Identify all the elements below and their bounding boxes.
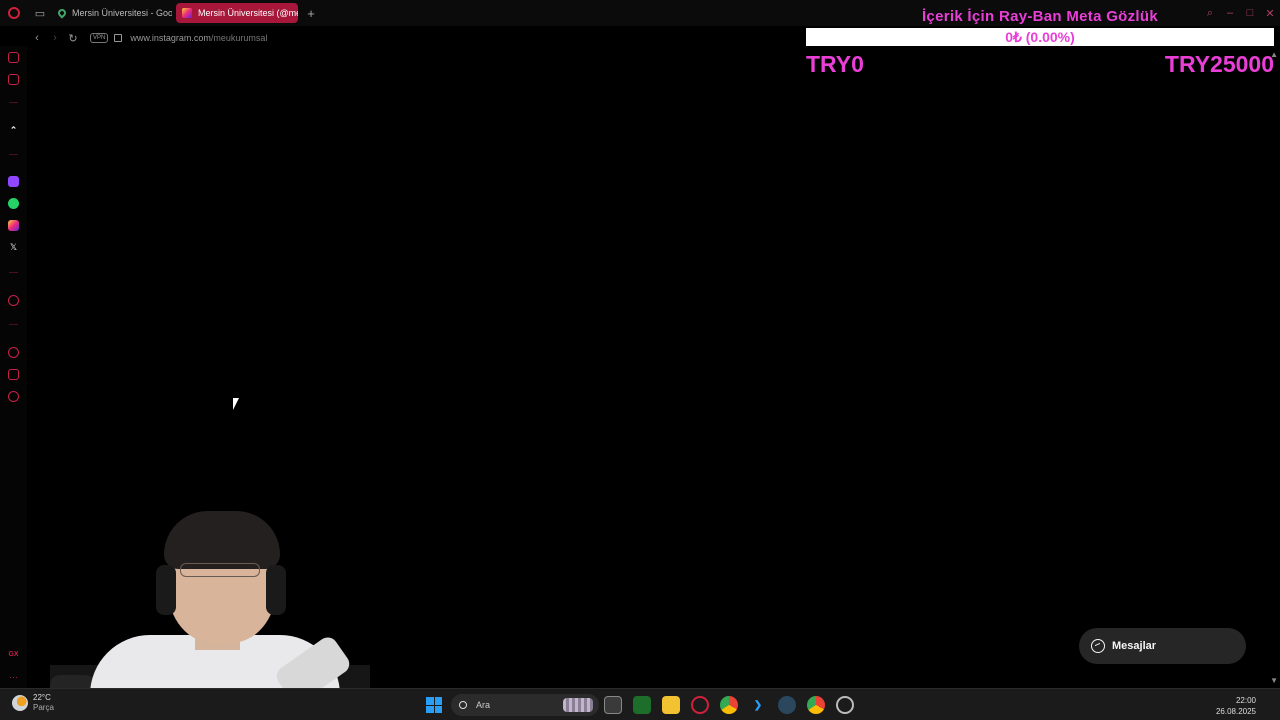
whatsapp-icon[interactable] bbox=[8, 198, 19, 209]
scroll-up-icon[interactable]: ▲ bbox=[1270, 50, 1278, 59]
chrome-icon[interactable] bbox=[807, 696, 825, 714]
donation-max-label: TRY25000 bbox=[1164, 51, 1274, 77]
weather-temp: 22°C bbox=[33, 693, 51, 702]
nvidia-icon[interactable] bbox=[633, 696, 651, 714]
donation-progress-bar: 0₺ (0.00%) bbox=[806, 28, 1274, 46]
settings-icon[interactable] bbox=[836, 696, 854, 714]
partly-cloudy-icon bbox=[12, 695, 28, 711]
weather-widget[interactable]: 22°C Parça bbox=[12, 693, 54, 713]
history-icon[interactable] bbox=[8, 347, 19, 358]
donation-goal-widget: İçerik İçin Ray-Ban Meta Gözlük 0₺ (0.00… bbox=[806, 8, 1274, 80]
opera-icon[interactable] bbox=[691, 696, 709, 714]
messenger-icon[interactable] bbox=[8, 74, 19, 85]
messages-label: Mesajlar bbox=[1112, 640, 1157, 652]
file-explorer-icon[interactable] bbox=[604, 696, 622, 714]
gx-icon[interactable]: GX bbox=[8, 649, 19, 660]
url-path: /meukurumsal bbox=[210, 33, 268, 43]
back-icon[interactable]: ‹ bbox=[28, 32, 46, 44]
chrome-icon[interactable] bbox=[720, 696, 738, 714]
twitch-icon[interactable] bbox=[8, 176, 19, 187]
folder-icon[interactable] bbox=[662, 696, 680, 714]
instagram-icon bbox=[182, 8, 192, 18]
webcam-person-glasses bbox=[180, 563, 260, 577]
sidebar-divider bbox=[9, 272, 18, 273]
address-bar: ‹ › ↻ VPN www.instagram.com/meukurumsal bbox=[28, 27, 808, 49]
taskbar-clock[interactable]: 22:00 26.08.2025 bbox=[1216, 695, 1256, 717]
headset-icon bbox=[266, 565, 286, 615]
maps-pin-icon bbox=[56, 7, 68, 19]
clock-time: 22:00 bbox=[1235, 696, 1256, 705]
aria-icon[interactable] bbox=[8, 52, 19, 63]
arrow-up-icon[interactable]: ⌃ bbox=[8, 125, 19, 136]
webcam-person-hair bbox=[164, 511, 280, 569]
vpn-badge[interactable]: VPN bbox=[90, 33, 109, 43]
search-highlight-icon bbox=[563, 698, 593, 712]
tab-title: Mersin Üniversitesi (@me bbox=[198, 8, 298, 18]
tab-title: Mersin Üniversitesi - Goo bbox=[72, 8, 172, 18]
steam-icon[interactable] bbox=[778, 696, 796, 714]
scroll-down-icon[interactable]: ▼ bbox=[1270, 676, 1278, 685]
donation-min-label: TRY0 bbox=[806, 51, 864, 77]
sidebar-divider bbox=[9, 102, 18, 103]
headset-icon bbox=[156, 565, 176, 615]
player-icon[interactable] bbox=[8, 295, 19, 306]
donation-progress-text: 0₺ (0.00%) bbox=[1005, 29, 1075, 45]
weather-desc: Parça bbox=[33, 703, 54, 712]
x-icon[interactable]: 𝕏 bbox=[8, 242, 19, 253]
messages-button[interactable]: Mesajlar bbox=[1079, 628, 1246, 664]
lock-icon[interactable] bbox=[114, 34, 123, 42]
settings-icon[interactable] bbox=[8, 391, 19, 402]
search-placeholder: Ara bbox=[476, 700, 491, 710]
url-field[interactable]: www.instagram.com/meukurumsal bbox=[130, 33, 267, 43]
pinboard-icon[interactable] bbox=[8, 369, 19, 380]
url-host: www.instagram.com bbox=[130, 33, 211, 43]
forward-icon[interactable]: › bbox=[46, 32, 64, 44]
mouse-cursor-icon bbox=[233, 397, 245, 411]
search-icon bbox=[459, 701, 467, 709]
messenger-icon bbox=[1091, 639, 1105, 653]
clock-date: 26.08.2025 bbox=[1215, 707, 1256, 716]
tab-switcher-icon[interactable]: ▭ bbox=[28, 0, 52, 26]
instagram-icon[interactable] bbox=[8, 220, 19, 231]
taskbar-search[interactable]: Ara bbox=[451, 694, 599, 716]
more-icon[interactable]: … bbox=[8, 669, 19, 680]
vscode-icon[interactable]: ❯ bbox=[749, 696, 767, 714]
tab-google-maps[interactable]: Mersin Üniversitesi - Goo bbox=[52, 3, 172, 23]
sidebar-divider bbox=[9, 324, 18, 325]
windows-start-icon[interactable] bbox=[426, 697, 442, 713]
new-tab-button[interactable]: + bbox=[304, 6, 318, 21]
sidebar-divider bbox=[9, 154, 18, 155]
taskbar: 22°C Parça Ara ❯ 22:00 26.08.2025 bbox=[0, 688, 1280, 720]
opera-menu-icon[interactable] bbox=[0, 0, 28, 26]
sidebar: ⌃ 𝕏 GX … bbox=[0, 46, 27, 688]
tab-instagram[interactable]: Mersin Üniversitesi (@me bbox=[176, 3, 298, 23]
donation-title: İçerik İçin Ray-Ban Meta Gözlük bbox=[921, 8, 1159, 25]
reload-icon[interactable]: ↻ bbox=[64, 32, 82, 45]
